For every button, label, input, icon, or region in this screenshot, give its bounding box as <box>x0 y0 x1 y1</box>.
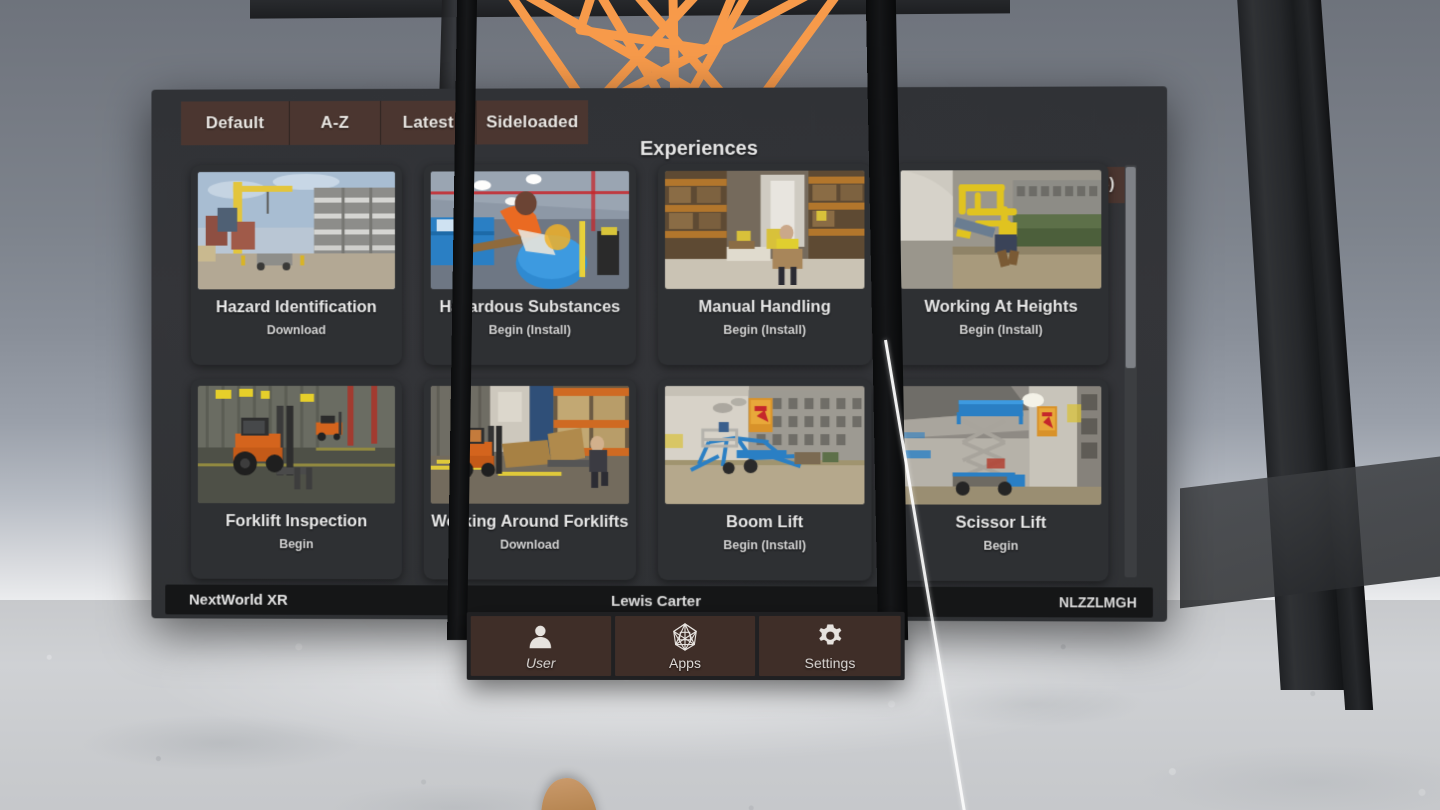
card-action[interactable]: Begin (Install) <box>665 538 864 553</box>
toolbar-label-apps: Apps <box>669 654 701 671</box>
card-action[interactable]: Begin <box>901 539 1102 554</box>
experience-card[interactable]: Working At Heights Begin (Install) <box>893 162 1109 366</box>
tab-default[interactable]: Default <box>181 101 290 146</box>
experiences-panel: Default A-Z Latest Sideloaded Experience… <box>151 86 1168 622</box>
experiences-scrollbar-track[interactable] <box>1124 164 1137 578</box>
card-title: Boom Lift <box>726 513 804 532</box>
tab-a-z[interactable]: A-Z <box>289 100 382 145</box>
card-thumbnail-scissor-lift-indoor <box>900 386 1102 505</box>
card-title: Hazard Identification <box>216 298 377 317</box>
toolbar-label-user: User <box>525 654 556 671</box>
experience-card[interactable]: Boom Lift Begin (Install) <box>657 379 872 581</box>
experience-card-grid: Hazard Identification Download Hazardous… <box>190 162 1109 582</box>
card-title: Forklift Inspection <box>225 512 368 531</box>
card-thumbnail-rooftop-fall <box>900 169 1102 289</box>
experience-card[interactable]: Scissor Lift Begin <box>893 379 1109 582</box>
card-thumbnail-boom-lift-yard <box>664 386 865 505</box>
vr-scene: Default A-Z Latest Sideloaded Experience… <box>0 0 1440 810</box>
card-title: Manual Handling <box>698 297 831 316</box>
experience-card[interactable]: Forklift Inspection Begin <box>190 378 402 580</box>
card-thumbnail-forklift-garage <box>197 385 395 504</box>
card-action[interactable]: Begin (Install) <box>665 323 864 337</box>
sort-filter-tabbar: Default A-Z Latest Sideloaded <box>181 100 589 146</box>
card-action[interactable]: Begin <box>198 537 395 551</box>
card-title: Working At Heights <box>924 297 1078 316</box>
card-action[interactable]: Begin (Install) <box>901 323 1102 337</box>
card-thumbnail-warehouse-lifting <box>664 170 865 289</box>
card-title: Scissor Lift <box>955 513 1047 532</box>
toolbar-button-apps[interactable]: Apps <box>614 615 756 677</box>
page-title: Experiences <box>640 137 758 161</box>
person-icon <box>526 622 556 652</box>
toolbar-label-settings: Settings <box>804 654 856 671</box>
card-thumbnail-construction-site <box>197 171 395 290</box>
experience-card[interactable]: Manual Handling Begin (Install) <box>657 163 872 366</box>
user-name-label: Lewis Carter <box>611 592 702 610</box>
device-code-label: NLZZLMGH <box>1058 594 1137 611</box>
vr-bottom-toolbar: User Apps Settings <box>466 611 905 681</box>
tab-sideloaded[interactable]: Sideloaded <box>476 100 589 145</box>
card-action[interactable]: Download <box>198 323 395 337</box>
gear-icon <box>815 621 845 651</box>
experiences-scrollbar-thumb[interactable] <box>1125 166 1136 369</box>
experience-card[interactable]: Hazard Identification Download <box>190 164 402 365</box>
toolbar-button-settings[interactable]: Settings <box>759 615 901 677</box>
toolbar-button-user[interactable]: User <box>470 616 611 676</box>
polyhedron-icon <box>670 621 700 651</box>
